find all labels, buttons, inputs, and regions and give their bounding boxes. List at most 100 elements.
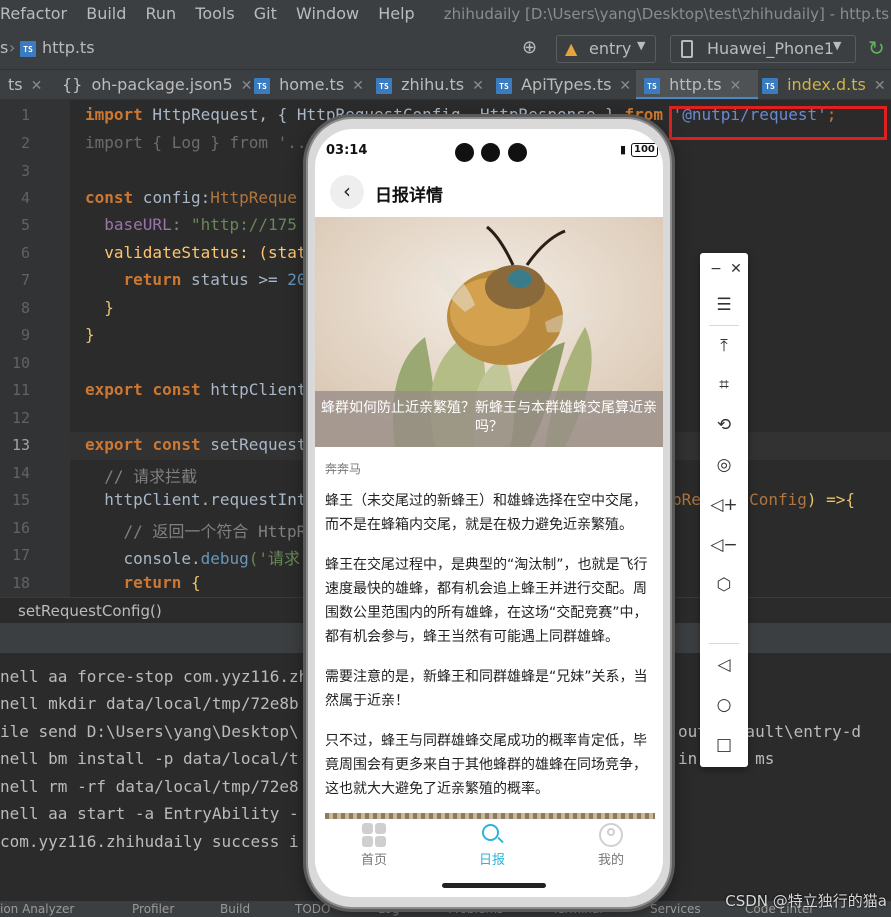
tool-profiler-analyzer[interactable]: ion Analyzer bbox=[0, 901, 74, 917]
menu-window[interactable]: Window bbox=[296, 4, 359, 23]
article-paragraph: 只不过，蜂王与同群雄蜂交尾成功的概率肯定低，毕竟周围会有更多来自于其他蜂群的雄蜂… bbox=[325, 733, 647, 797]
tab-daily[interactable]: 日报 bbox=[462, 823, 522, 868]
menu-build[interactable]: Build bbox=[86, 4, 126, 23]
terminal-line: nell mkdir data/local/tmp/72e8b bbox=[0, 694, 299, 713]
rotate-icon[interactable]: ⟲ bbox=[710, 411, 738, 439]
close-icon[interactable]: ✕ bbox=[874, 78, 886, 94]
divider bbox=[709, 325, 739, 326]
divider bbox=[709, 643, 739, 644]
terminal-line: ile send D:\Users\yang\Desktop\ bbox=[0, 722, 299, 741]
code-line-17: console.debug('请求 bbox=[85, 549, 301, 568]
ts-file-icon: TS bbox=[376, 77, 392, 94]
shake-icon[interactable]: ⬡ bbox=[710, 571, 738, 599]
home-icon[interactable]: ○ bbox=[710, 691, 738, 719]
breadcrumb-file[interactable]: http.ts bbox=[42, 38, 95, 57]
line-number: 17 bbox=[11, 546, 30, 564]
terminal-line: nell aa start -a EntryAbility - bbox=[0, 804, 299, 823]
hero-image[interactable]: 蜂群如何防止近亲繁殖？新蜂王与本群雄蜂交尾算近亲吗？ bbox=[315, 217, 663, 447]
tool-services[interactable]: Services bbox=[650, 901, 701, 917]
emulator-toolbar: − ✕ ☰ ⤒ ⌗ ⟲ ◎ ◁+ ◁− ⬡ ◁ ○ □ bbox=[700, 253, 748, 767]
terminal-line: com.yyz116.zhihudaily success i bbox=[0, 832, 299, 851]
code-line-11: export const httpClient bbox=[85, 380, 307, 399]
menu-help[interactable]: Help bbox=[378, 4, 414, 23]
home-indicator[interactable] bbox=[442, 883, 546, 888]
grid-icon bbox=[362, 823, 386, 847]
line-number: 2 bbox=[20, 134, 30, 152]
close-icon[interactable]: ✕ bbox=[722, 255, 750, 283]
volume-up-icon[interactable]: ◁+ bbox=[710, 491, 738, 519]
module-icon: ▲ bbox=[565, 39, 578, 58]
line-number: 8 bbox=[20, 299, 30, 317]
tab-label: http.ts bbox=[669, 75, 722, 94]
ts-file-icon: TS bbox=[20, 41, 36, 57]
module-select[interactable]: ▲ entry ▼ bbox=[556, 35, 656, 63]
code-line-14: // 请求拦截 bbox=[85, 467, 198, 486]
menu-git[interactable]: Git bbox=[254, 4, 277, 23]
back-icon[interactable]: ◁ bbox=[710, 651, 738, 679]
pin-top-icon[interactable]: ⤒ bbox=[710, 332, 738, 360]
tab-label: oh-package.json5 bbox=[91, 75, 233, 94]
menu-tools[interactable]: Tools bbox=[195, 4, 234, 23]
code-line-8: } bbox=[85, 298, 114, 317]
menu-run[interactable]: Run bbox=[145, 4, 176, 23]
close-icon[interactable]: ✕ bbox=[241, 78, 253, 94]
line-number: 14 bbox=[11, 464, 30, 482]
editor-tabs: ts ✕ {} oh-package.json5 ✕ TS home.ts ✕ TS … bbox=[0, 70, 891, 100]
notification-icon: ▮ bbox=[620, 143, 627, 156]
article-author: 奔奔马 bbox=[325, 462, 362, 476]
page-title: 日报详情 bbox=[375, 186, 443, 206]
ts-file-icon: TS bbox=[644, 77, 660, 94]
line-number: 15 bbox=[11, 491, 30, 509]
breadcrumb-prefix[interactable]: s bbox=[0, 38, 8, 57]
tab-oh-package[interactable]: {} oh-package.json5 ✕ bbox=[62, 70, 253, 99]
window-title: zhihudaily [D:\Users\yang\Desktop\test\z… bbox=[443, 5, 891, 23]
menu-refactor[interactable]: Refactor bbox=[0, 4, 67, 23]
article-paragraph: 蜂王（未交尾过的新蜂王）和雄蜂选择在空中交尾，而不是在蜂箱内交尾，就是在极力避免… bbox=[325, 493, 647, 533]
tab-mine[interactable]: 我的 bbox=[581, 823, 641, 868]
tool-profiler[interactable]: Profiler bbox=[132, 901, 174, 917]
tab-ts[interactable]: ts ✕ bbox=[8, 70, 43, 99]
code-line-18: return { bbox=[85, 573, 201, 592]
tab-zhihu[interactable]: TS zhihu.ts ✕ bbox=[376, 70, 484, 99]
line-number: 11 bbox=[11, 381, 30, 399]
tab-label: 首页 bbox=[360, 853, 387, 868]
run-refresh-icon[interactable]: ↻ bbox=[868, 36, 885, 60]
tab-label: zhihu.ts bbox=[401, 75, 465, 94]
tab-label: ApiTypes.ts bbox=[521, 75, 612, 94]
close-icon[interactable]: ✕ bbox=[472, 78, 484, 94]
tab-index-d[interactable]: TS index.d.ts ✕ bbox=[762, 70, 886, 99]
hero-caption: 蜂群如何防止近亲繁殖？新蜂王与本群雄蜂交尾算近亲吗？ bbox=[315, 391, 663, 447]
tab-apitypes[interactable]: TS ApiTypes.ts ✕ bbox=[496, 70, 631, 99]
close-icon[interactable]: ✕ bbox=[730, 78, 742, 94]
crop-icon[interactable]: ⌗ bbox=[710, 371, 738, 399]
navigation-bar: s › TS http.ts ⊕ ▲ entry ▼ Huawei_Phone1… bbox=[0, 28, 891, 70]
tool-build[interactable]: Build bbox=[220, 901, 250, 917]
camera-icon bbox=[508, 143, 527, 162]
line-number: 1 bbox=[20, 106, 30, 124]
close-icon[interactable]: ✕ bbox=[619, 78, 631, 94]
json-file-icon: {} bbox=[62, 75, 83, 94]
phone-screen[interactable]: 03:14 ▮ 100 ‹ 日报详情 蜂群如何防止近亲繁殖？新蜂王与本群雄蜂交尾… bbox=[315, 129, 663, 897]
menu-icon[interactable]: ☰ bbox=[710, 291, 738, 319]
close-icon[interactable]: ✕ bbox=[31, 78, 43, 94]
recents-icon[interactable]: □ bbox=[710, 731, 738, 759]
tab-label: home.ts bbox=[279, 75, 345, 94]
phone-icon bbox=[681, 40, 693, 58]
tab-home[interactable]: TS home.ts ✕ bbox=[254, 70, 364, 99]
line-number: 18 bbox=[11, 574, 30, 592]
tab-http[interactable]: TS http.ts ✕ bbox=[636, 70, 758, 99]
screenshot-icon[interactable]: ◎ bbox=[710, 451, 738, 479]
tool-todo[interactable]: TODO bbox=[295, 901, 330, 917]
volume-down-icon[interactable]: ◁− bbox=[710, 531, 738, 559]
device-select[interactable]: Huawei_Phone1 ▼ bbox=[670, 35, 856, 63]
article-paragraph: 蜂王在交尾过程中，是典型的“淘汰制”，也就是飞行速度最快的雄蜂，都有机会追上蜂王… bbox=[325, 557, 648, 645]
line-number: 7 bbox=[20, 271, 30, 289]
device-select-value: Huawei_Phone1 bbox=[707, 39, 835, 58]
highlight-box bbox=[669, 106, 887, 140]
close-icon[interactable]: ✕ bbox=[352, 78, 364, 94]
menu-bar: Refactor Build Run Tools Git Window Help… bbox=[0, 0, 891, 28]
target-icon[interactable]: ⊕ bbox=[522, 37, 537, 58]
chevron-left-icon: ‹ bbox=[343, 179, 351, 203]
back-button[interactable]: ‹ bbox=[330, 175, 364, 209]
tab-home[interactable]: 首页 bbox=[344, 823, 404, 868]
